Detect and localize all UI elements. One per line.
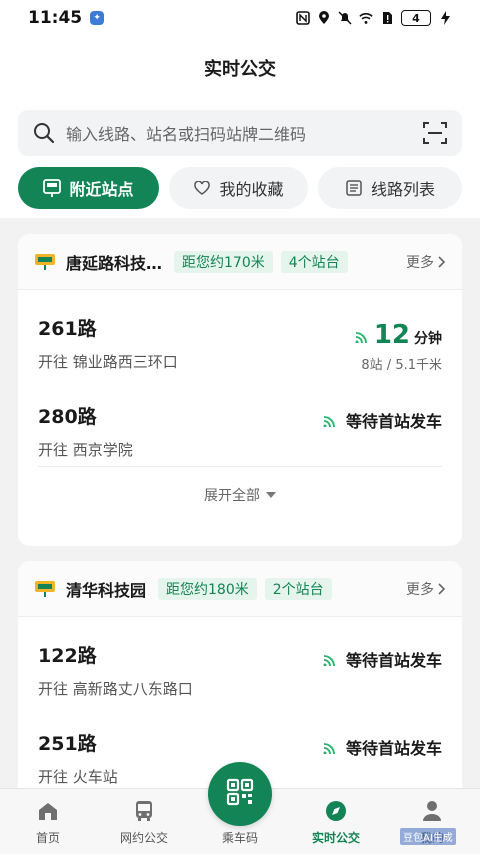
search-icon — [32, 121, 56, 145]
nfc-icon — [296, 11, 310, 25]
title-bar: 实时公交 — [0, 36, 480, 100]
stop-name: 唐延路科技… — [66, 253, 163, 273]
nav-label: 首页 — [35, 831, 60, 845]
more-link[interactable]: 更多 — [406, 252, 446, 272]
search-placeholder: 输入线路、站名或扫码站牌二维码 — [66, 125, 307, 144]
mute-icon — [338, 11, 352, 25]
route-direction: 开往 西京学院 — [38, 441, 133, 459]
stop-name: 清华科技园 — [66, 580, 147, 600]
home-icon — [36, 799, 60, 823]
route-status: 等待首站发车 — [322, 735, 442, 759]
eta-unit: 分钟 — [414, 331, 442, 347]
list-icon — [345, 179, 363, 197]
realtime-signal-icon — [323, 655, 335, 666]
more-label: 更多 — [406, 581, 434, 598]
platform-count-badge: 4个站台 — [280, 250, 348, 273]
battery-indicator: 4 — [401, 10, 431, 26]
eta-block: 12 分钟 8站 / 5.1千米 — [354, 320, 442, 373]
search-input[interactable]: 输入线路、站名或扫码站牌二维码 — [18, 110, 462, 156]
tab-label: 线路列表 — [370, 180, 435, 199]
chevron-right-icon — [438, 255, 446, 268]
page-title: 实时公交 — [204, 59, 276, 80]
tab-nearby-stops[interactable]: 附近站点 — [18, 167, 159, 209]
compass-icon — [324, 799, 348, 823]
nav-realtime-bus[interactable]: 实时公交 — [288, 789, 384, 854]
realtime-signal-icon — [323, 743, 335, 754]
bus-icon — [132, 799, 156, 823]
tab-favorites[interactable]: 我的收藏 — [169, 167, 308, 209]
eta-minutes: 12 — [373, 320, 410, 350]
expand-label: 展开全部 — [204, 487, 260, 504]
stop-card-header[interactable]: 唐延路科技… 距您约170米 4个站台 更多 — [18, 234, 462, 290]
stop-card: 唐延路科技… 距您约170米 4个站台 更多 261路 开往 锦业路西三环口 1… — [18, 234, 462, 546]
chevron-right-icon — [438, 582, 446, 595]
bus-stop-icon — [34, 580, 56, 598]
caret-down-icon — [266, 491, 276, 498]
route-status-text: 等待首站发车 — [345, 651, 442, 670]
wifi-icon — [359, 11, 373, 25]
location-icon — [317, 11, 331, 25]
app-notification-icon: ✦ — [90, 11, 105, 25]
distance-badge: 距您约170米 — [174, 250, 273, 273]
bus-stop-icon — [34, 253, 56, 271]
route-direction: 开往 高新路丈八东路口 — [38, 680, 193, 698]
sim-alert-icon — [380, 11, 394, 25]
realtime-signal-icon — [323, 416, 335, 427]
heart-icon — [193, 179, 211, 197]
distance-badge: 距您约180米 — [158, 577, 257, 600]
nav-ride-hailing-bus[interactable]: 网约公交 — [96, 789, 192, 854]
route-row[interactable]: 280路 开往 西京学院 等待首站发车 — [18, 378, 462, 466]
nav-label: 网约公交 — [119, 831, 168, 845]
tab-label: 附近站点 — [69, 180, 134, 199]
ride-code-button[interactable] — [208, 762, 272, 826]
charging-icon — [438, 11, 452, 25]
stop-card-header[interactable]: 清华科技园 距您约180米 2个站台 更多 — [18, 561, 462, 617]
more-label: 更多 — [406, 254, 434, 271]
nav-label: 实时公交 — [311, 831, 360, 845]
qr-code-icon — [226, 778, 254, 810]
realtime-signal-icon — [355, 332, 367, 343]
nav-home[interactable]: 首页 — [0, 789, 96, 854]
stop-sign-icon — [43, 179, 62, 197]
route-status-text: 等待首站发车 — [345, 412, 442, 431]
route-row[interactable]: 261路 开往 锦业路西三环口 12 分钟 8站 / 5.1千米 — [18, 290, 462, 378]
route-row[interactable]: 122路 开往 高新路丈八东路口 等待首站发车 — [18, 617, 462, 705]
top-panel: 输入线路、站名或扫码站牌二维码 附近站点 我的收藏 线路列表 — [0, 100, 480, 218]
route-status-text: 等待首站发车 — [345, 739, 442, 758]
nav-label: 乘车码 — [221, 831, 258, 845]
scan-icon[interactable] — [422, 120, 448, 146]
status-time: 11:45 — [28, 8, 83, 28]
route-status: 等待首站发车 — [322, 647, 442, 671]
platform-count-badge: 2个站台 — [264, 577, 332, 600]
status-bar: 11:45 ✦ 4 — [0, 0, 480, 36]
route-status: 等待首站发车 — [322, 408, 442, 432]
expand-all-button[interactable]: 展开全部 — [38, 466, 442, 522]
watermark: 豆包AI生成 — [400, 828, 456, 845]
tab-group: 附近站点 我的收藏 线路列表 — [18, 167, 462, 209]
eta-detail: 8站 / 5.1千米 — [361, 358, 442, 373]
tab-label: 我的收藏 — [219, 180, 284, 199]
tab-route-list[interactable]: 线路列表 — [318, 167, 462, 209]
more-link[interactable]: 更多 — [406, 579, 446, 599]
user-icon — [420, 799, 444, 823]
